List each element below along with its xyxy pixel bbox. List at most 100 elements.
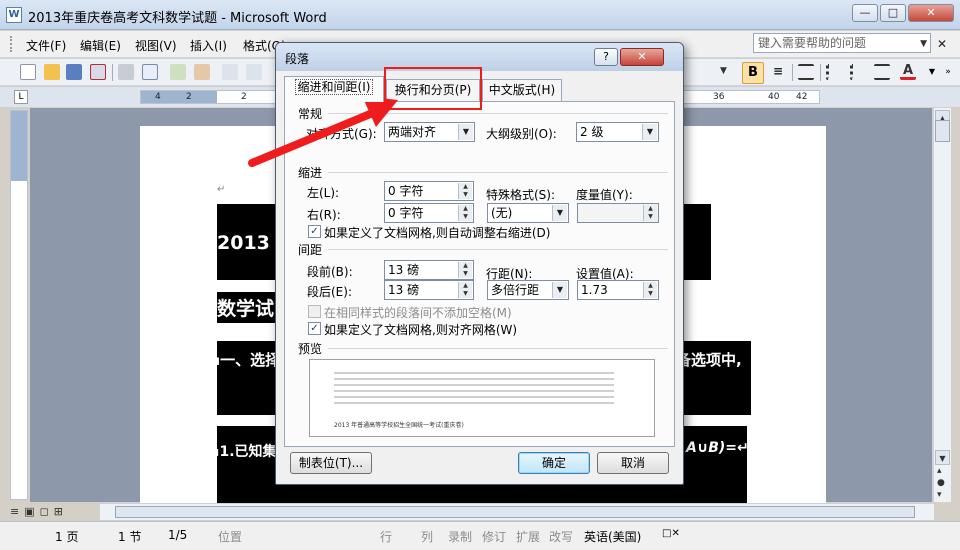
special-indent-select[interactable]: (无) ▼ <box>487 203 569 223</box>
indent-by-spinner[interactable]: ▲ ▼ <box>577 203 659 223</box>
next-page-icon[interactable]: ▾ <box>937 490 942 500</box>
snap-grid-checkbox[interactable]: ✓ <box>308 322 321 335</box>
spinner-arrows-icon[interactable]: ▲ ▼ <box>458 262 472 278</box>
line-spacing-value: 多倍行距 <box>491 283 540 297</box>
copy-icon[interactable] <box>222 64 238 80</box>
special-indent-value: (无) <box>491 206 513 220</box>
menu-file[interactable]: 文件(F) <box>26 37 66 54</box>
section-indentation: 缩进 <box>298 166 323 180</box>
spelling-icon[interactable] <box>170 64 186 80</box>
paste-icon[interactable] <box>246 64 262 80</box>
chevron-down-icon[interactable]: ▼ <box>642 124 657 140</box>
spacing-after-spinner[interactable]: 13 磅 ▲ ▼ <box>384 280 474 300</box>
toolbar-separator <box>820 64 821 81</box>
menu-grip[interactable] <box>10 36 13 52</box>
underline-icon[interactable]: ≡ <box>770 64 786 80</box>
at-spinner[interactable]: 1.73 ▲ ▼ <box>577 280 659 300</box>
bullets-icon[interactable] <box>850 64 866 80</box>
font-color-icon[interactable]: A <box>900 64 916 80</box>
tab-selector[interactable]: L <box>14 90 28 104</box>
menu-insert[interactable]: 插入(I) <box>190 37 227 54</box>
vertical-scrollbar[interactable]: ▲ ▼ ▴ ● ▾ <box>933 108 951 502</box>
indent-icon[interactable] <box>874 64 890 80</box>
status-page: 1 页 <box>55 530 79 544</box>
numbering-icon[interactable] <box>826 64 842 80</box>
new-document-icon[interactable] <box>20 64 36 80</box>
minimize-button[interactable]: — <box>852 4 878 22</box>
close-document-icon[interactable]: ✕ <box>937 37 947 51</box>
ruler-number: 42 <box>796 92 808 102</box>
ok-button[interactable]: 确定 <box>518 452 590 474</box>
tabs-button[interactable]: 制表位(T)... <box>290 452 372 474</box>
spacing-before-spinner[interactable]: 13 磅 ▲ ▼ <box>384 260 474 280</box>
toolbar-options-icon[interactable]: » <box>940 64 956 80</box>
no-space-checkbox[interactable] <box>308 305 321 318</box>
status-ext[interactable]: 扩展 <box>516 528 540 545</box>
outline-level-value: 2 级 <box>580 125 604 139</box>
help-search-input[interactable]: 键入需要帮助的问题 ▼ <box>753 33 931 53</box>
section-spacing: 间距 <box>298 243 323 257</box>
spinner-arrows-icon[interactable]: ▲ ▼ <box>643 282 657 298</box>
menu-view[interactable]: 视图(V) <box>135 37 177 54</box>
bold-button[interactable]: B <box>742 62 764 84</box>
help-placeholder: 键入需要帮助的问题 <box>758 36 867 50</box>
view-buttons[interactable]: ≡▣◻⊞ <box>10 505 68 518</box>
indent-right-spinner[interactable]: 0 字符 ▲ ▼ <box>384 203 474 223</box>
indent-left-label: 左(L): <box>307 186 340 200</box>
menu-edit[interactable]: 编辑(E) <box>80 37 121 54</box>
paragraph-mark: ↵ <box>217 184 226 195</box>
close-window-button[interactable]: ✕ <box>908 4 954 22</box>
font-size-dropdown-icon[interactable]: ▼ <box>720 66 727 76</box>
spacing-before-label: 段前(B): <box>307 265 353 279</box>
alignment-select[interactable]: 两端对齐 ▼ <box>384 122 475 142</box>
status-language[interactable]: 英语(美国) <box>584 528 641 545</box>
title-bar: W 2013年重庆卷高考文科数学试题 - Microsoft Word — □ … <box>0 0 960 30</box>
browse-object-icon[interactable]: ● <box>937 478 945 488</box>
outline-level-select[interactable]: 2 级 ▼ <box>576 122 659 142</box>
save-icon[interactable] <box>66 64 82 80</box>
spinner-arrows-icon[interactable]: ▲ ▼ <box>458 282 472 298</box>
dialog-close-button[interactable]: ✕ <box>620 48 664 66</box>
spinner-arrows-icon[interactable]: ▲ ▼ <box>643 205 657 221</box>
section-divider <box>328 249 668 250</box>
doc-text-line: ▪一、选择 <box>210 351 281 369</box>
status-trk[interactable]: 修订 <box>482 528 506 545</box>
paragraph-preview: 2013 年普通高等学校招生全国统一考试(重庆卷) <box>309 359 655 437</box>
chevron-down-icon[interactable]: ▼ <box>924 64 940 80</box>
print-icon[interactable] <box>118 64 134 80</box>
scroll-down-icon[interactable]: ▼ <box>935 450 950 465</box>
doc-text-line: ▪1.已知集 <box>210 444 277 460</box>
print-preview-icon[interactable] <box>142 64 158 80</box>
indent-left-spinner[interactable]: 0 字符 ▲ ▼ <box>384 181 474 201</box>
align-icon[interactable] <box>798 64 814 80</box>
tab-asian-typography[interactable]: 中文版式(H) <box>482 79 562 101</box>
horizontal-scrollbar[interactable] <box>100 503 934 520</box>
chevron-down-icon[interactable]: ▼ <box>552 205 567 221</box>
spelling-status-icon[interactable]: □✕ <box>662 528 680 539</box>
permission-icon[interactable] <box>90 64 106 80</box>
previous-page-icon[interactable]: ▴ <box>937 466 942 476</box>
chevron-down-icon[interactable]: ▼ <box>552 282 567 298</box>
maximize-button[interactable]: □ <box>880 4 906 22</box>
preview-line <box>334 402 614 404</box>
auto-adjust-checkbox[interactable]: ✓ <box>308 225 321 238</box>
snap-grid-label: 如果定义了文档网格,则对齐网格(W) <box>324 323 518 337</box>
scroll-thumb[interactable] <box>115 506 915 518</box>
word-app-icon[interactable]: W <box>6 7 22 23</box>
status-at: 位置 <box>218 530 243 544</box>
chevron-down-icon[interactable]: ▼ <box>920 35 927 53</box>
spacing-before-value: 13 磅 <box>388 263 420 277</box>
status-ovr[interactable]: 改写 <box>549 528 573 545</box>
line-spacing-select[interactable]: 多倍行距 ▼ <box>487 280 569 300</box>
auto-adjust-label: 如果定义了文档网格,则自动调整右缩进(D) <box>324 226 551 240</box>
scroll-thumb[interactable] <box>935 120 950 142</box>
status-rec[interactable]: 录制 <box>448 528 472 545</box>
cancel-button[interactable]: 取消 <box>597 452 669 474</box>
spinner-arrows-icon[interactable]: ▲ ▼ <box>458 183 472 199</box>
open-folder-icon[interactable] <box>44 64 60 80</box>
research-icon[interactable] <box>194 64 210 80</box>
tab-indents-spacing[interactable]: 缩进和间距(I) <box>284 76 384 102</box>
chevron-down-icon[interactable]: ▼ <box>458 124 473 140</box>
spinner-arrows-icon[interactable]: ▲ ▼ <box>458 205 472 221</box>
help-button[interactable]: ? <box>594 48 618 66</box>
